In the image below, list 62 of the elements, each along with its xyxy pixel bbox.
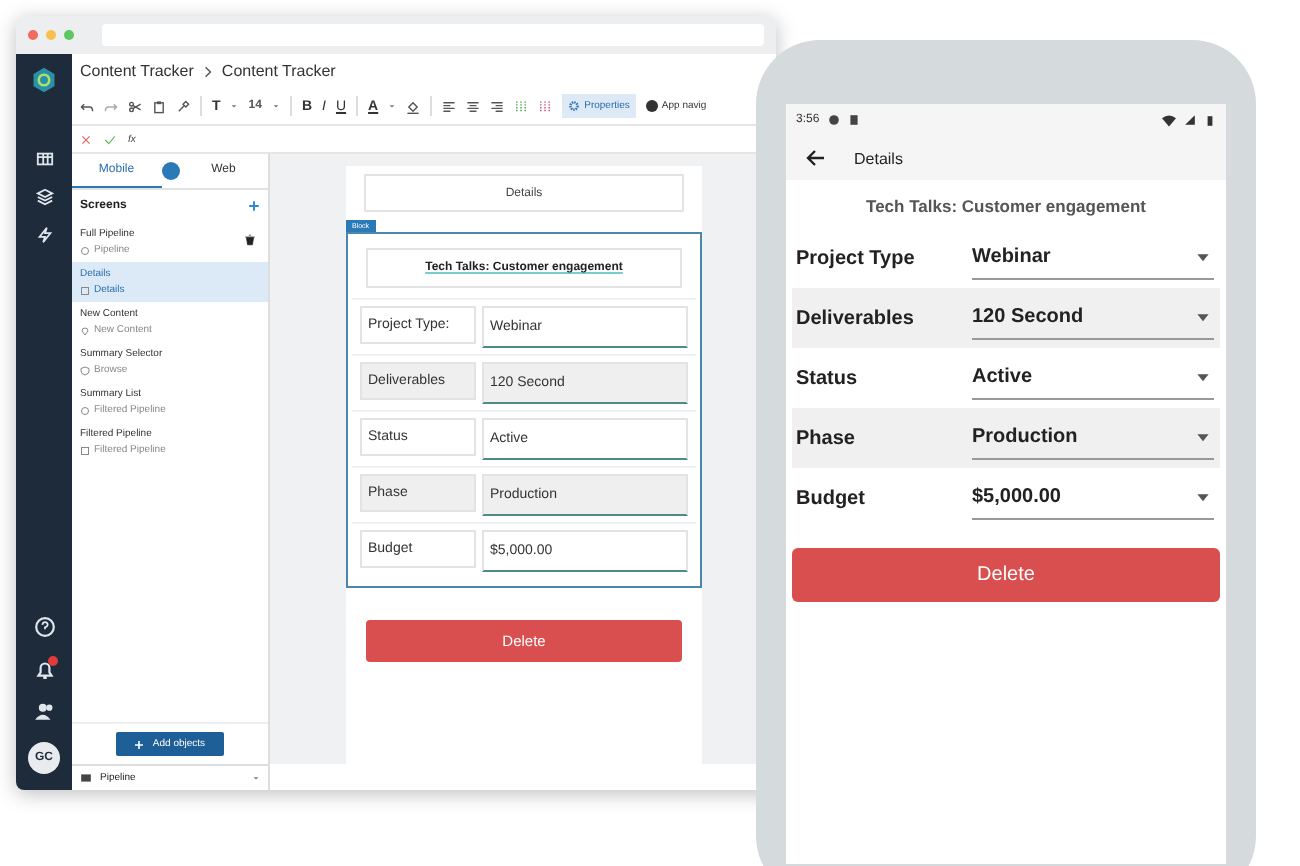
align-left-icon <box>442 99 457 113</box>
undo-icon <box>80 99 94 113</box>
wifi-icon <box>1162 113 1176 127</box>
lightning-icon <box>35 226 53 244</box>
trash-icon <box>244 234 256 246</box>
screen-title: Details <box>854 149 903 167</box>
battery-icon <box>1204 113 1216 127</box>
dropdown-arrow-icon <box>1196 310 1210 324</box>
field-label: Deliverables <box>796 307 916 329</box>
signal-icon <box>1184 114 1196 126</box>
scissors-icon <box>128 99 142 113</box>
brush-icon <box>176 99 190 113</box>
fill-color-icon <box>406 99 421 113</box>
dropdown-arrow-icon <box>1196 370 1210 384</box>
dropdown-field[interactable]: Webinar <box>972 236 1214 280</box>
field-label: Budget <box>796 487 867 509</box>
layers-icon <box>35 188 53 206</box>
breadcrumb-item[interactable]: Content Tracker <box>221 62 336 80</box>
back-arrow-icon <box>806 148 826 168</box>
field-label: Project Type <box>796 247 917 269</box>
check-icon <box>104 133 116 145</box>
users-icon <box>33 700 55 722</box>
dropdown-field[interactable]: 120 Second <box>972 296 1214 340</box>
dropdown-field[interactable]: $5,000.00 <box>972 476 1214 520</box>
redo-icon <box>104 99 118 113</box>
add-screen-button[interactable] <box>248 200 260 212</box>
dropdown-arrow-icon <box>1196 250 1210 264</box>
table-icon <box>80 772 92 784</box>
dropdown-arrow-icon <box>1196 490 1210 504</box>
dropdown-field[interactable]: Production <box>972 416 1214 460</box>
help-icon <box>33 616 55 638</box>
plus-icon <box>134 739 145 749</box>
field-label: Status <box>796 367 860 389</box>
align-center-icon <box>466 99 481 113</box>
breadcrumb-item[interactable]: Content Tracker <box>80 62 194 80</box>
grid-remove-icon <box>538 99 553 113</box>
grid-add-icon <box>514 99 529 113</box>
circle-icon <box>80 405 90 415</box>
bell-icon <box>33 658 55 680</box>
square-icon <box>80 445 90 455</box>
plus-icon <box>248 200 260 212</box>
pin-icon <box>80 325 90 335</box>
device-toggle-icon[interactable] <box>161 162 179 180</box>
hexagon-logo-icon <box>30 66 58 94</box>
clipboard-icon <box>152 99 166 113</box>
dropdown-field[interactable]: Active <box>972 356 1214 400</box>
chevron-icon <box>201 65 214 77</box>
gear-icon <box>568 100 581 112</box>
table-icon <box>35 150 53 168</box>
delete-button[interactable]: Delete <box>792 548 1220 602</box>
caret-icon <box>252 774 260 782</box>
status-circle-icon <box>827 114 840 126</box>
circle-icon <box>80 245 90 255</box>
dropdown-arrow-icon <box>1196 430 1210 444</box>
record-title: Tech Talks: Customer engagement <box>864 194 1148 220</box>
align-right-icon <box>490 99 505 113</box>
shield-icon <box>80 365 90 375</box>
cancel-icon <box>80 133 92 145</box>
field-label: Phase <box>796 427 857 449</box>
notification-dot <box>47 656 57 666</box>
square-icon <box>80 285 90 295</box>
notifications-button[interactable] <box>33 658 55 680</box>
